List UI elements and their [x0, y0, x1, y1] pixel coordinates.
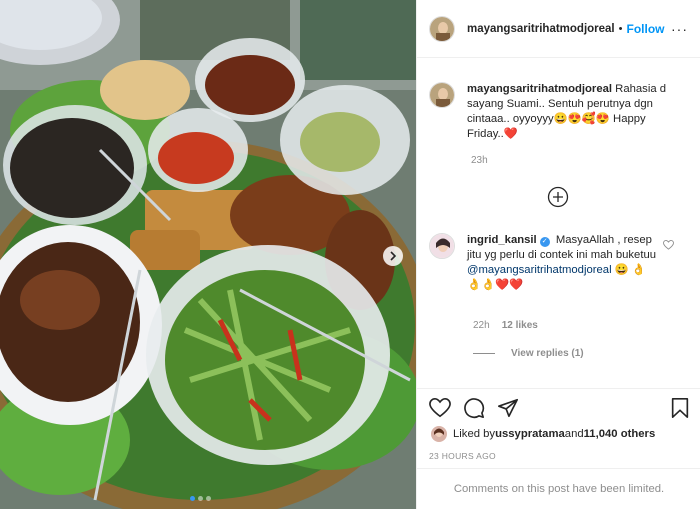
liker-username[interactable]: ussypratama	[495, 428, 565, 440]
carousel-dot	[190, 496, 195, 501]
carousel-dot	[206, 496, 211, 501]
comment-button[interactable]	[463, 397, 485, 419]
share-icon	[498, 398, 518, 418]
comment-item: ingrid_kansil ✓ MasyaAllah , resep jitu y…	[429, 233, 689, 293]
carousel-dots	[190, 496, 211, 501]
comments-section[interactable]: mayangsaritrihatmodjoreal Rahasia d saya…	[417, 58, 700, 388]
comment-text: ingrid_kansil ✓ MasyaAllah , resep jitu y…	[467, 233, 657, 293]
likes-prefix: Liked by	[453, 428, 496, 440]
heart-icon	[663, 239, 674, 250]
like-comment-button[interactable]	[663, 239, 674, 253]
commenter-avatar[interactable]	[429, 233, 455, 259]
post-photo[interactable]	[0, 0, 416, 509]
save-button[interactable]	[669, 397, 691, 419]
add-comment-icon	[547, 186, 569, 208]
follow-button[interactable]: Follow	[627, 22, 665, 36]
comments-limited-notice: Comments on this post have been limited.	[417, 468, 700, 509]
author-avatar[interactable]	[429, 15, 455, 42]
share-button[interactable]	[497, 397, 519, 419]
view-replies-label: View replies (1)	[511, 348, 584, 359]
commenter-username[interactable]: ingrid_kansil	[467, 234, 537, 246]
caption-username[interactable]: mayangsaritrihatmodjoreal	[467, 83, 612, 95]
post-timestamp[interactable]: 23 HOURS AGO	[429, 451, 496, 461]
load-more-comments-button[interactable]	[547, 186, 569, 208]
comment-icon	[464, 398, 485, 419]
chevron-right-icon	[390, 251, 397, 261]
heart-icon	[429, 398, 451, 418]
next-photo-button[interactable]	[383, 246, 403, 266]
caption: mayangsaritrihatmodjoreal Rahasia d saya…	[429, 82, 689, 142]
likes-summary: Liked by ussypratama and 11,040 others	[431, 426, 655, 442]
like-button[interactable]	[429, 397, 451, 419]
verified-badge-icon: ✓	[539, 237, 550, 247]
post-side-panel: mayangsaritrihatmodjoreal • Follow ··· m…	[416, 0, 700, 509]
bookmark-icon	[671, 398, 689, 418]
replies-divider	[473, 353, 495, 354]
action-bar	[417, 388, 700, 426]
food-photo-illustration	[0, 0, 416, 509]
comment-mention-link[interactable]: @mayangsaritrihatmodjoreal	[467, 264, 612, 276]
likes-count[interactable]: 11,040 others	[584, 428, 656, 440]
comment-meta: 22h 12 likes	[473, 320, 538, 331]
caption-text: mayangsaritrihatmodjoreal Rahasia d saya…	[467, 82, 677, 142]
separator-dot: •	[618, 22, 623, 35]
caption-time: 23h	[471, 155, 488, 166]
more-options-button[interactable]: ···	[671, 21, 688, 37]
carousel-dot	[198, 496, 203, 501]
caption-avatar[interactable]	[429, 82, 455, 108]
comment-time: 22h	[473, 320, 490, 331]
post-header: mayangsaritrihatmodjoreal • Follow ···	[417, 0, 700, 58]
liker-avatar[interactable]	[431, 426, 447, 442]
author-username[interactable]: mayangsaritrihatmodjoreal	[467, 23, 615, 35]
likes-middle: and	[564, 428, 584, 440]
view-replies-button[interactable]: View replies (1)	[473, 348, 584, 359]
comment-likes-count[interactable]: 12 likes	[502, 320, 538, 331]
